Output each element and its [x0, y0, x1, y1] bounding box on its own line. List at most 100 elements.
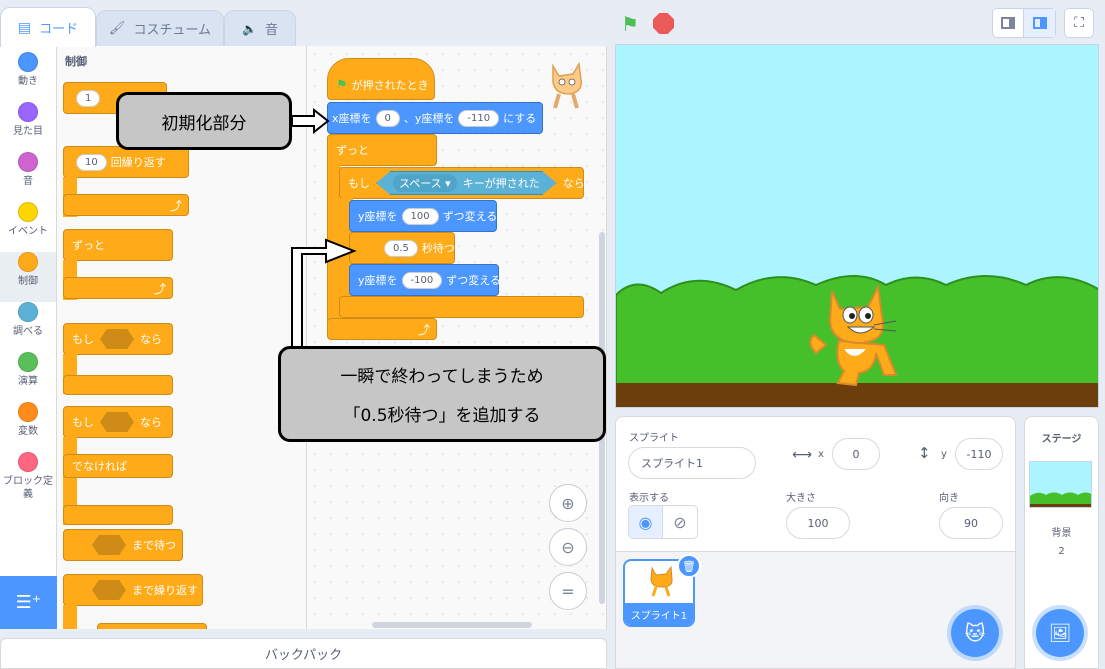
- horizontal-scrollbar[interactable]: [372, 622, 532, 628]
- stage-panel-title: ステージ: [1041, 434, 1082, 445]
- sprite-name-input[interactable]: スプライト1: [628, 447, 756, 479]
- forever-block[interactable]: ずっと: [327, 134, 437, 166]
- change-y-down-input[interactable]: -100: [401, 271, 443, 289]
- category-8[interactable]: 変数: [0, 402, 56, 438]
- direction-input[interactable]: 90: [939, 507, 1003, 539]
- zoom-out-icon: ⊖: [561, 537, 575, 557]
- palette-if-else-block[interactable]: もし なら: [63, 406, 173, 438]
- zoom-out-button[interactable]: ⊖: [549, 528, 587, 566]
- stage-size-toggle: [992, 8, 1056, 38]
- key-pressed-sensing[interactable]: スペース ▾ キーが押された: [376, 171, 557, 195]
- change-y-up-input[interactable]: 100: [401, 207, 439, 225]
- x-input[interactable]: 0: [832, 438, 880, 470]
- y-arrows-icon: ↕: [918, 444, 931, 462]
- palette-if-else-bottom: [63, 505, 173, 525]
- stage-thumbnail[interactable]: [1029, 461, 1092, 508]
- change-y-down-block[interactable]: y座標を -100 ずつ変える: [349, 264, 501, 296]
- key-dropdown[interactable]: スペース ▾: [393, 174, 457, 192]
- y-input[interactable]: -110: [955, 438, 1003, 470]
- sprite-cat-thumb-icon: [650, 565, 673, 597]
- category-label: 動き: [18, 76, 38, 87]
- palette-heading: 制御: [65, 55, 87, 68]
- annotation-init: 初期化部分: [116, 92, 292, 150]
- category-6[interactable]: 調べる: [0, 302, 56, 338]
- tab-sound[interactable]: 🔈 音: [224, 10, 296, 46]
- add-extension-button[interactable]: ☰⁺: [0, 576, 57, 629]
- stage[interactable]: [615, 44, 1099, 408]
- green-flag-icon: ⚑: [336, 77, 348, 93]
- category-label: 変数: [18, 426, 38, 437]
- palette-extra-block: [97, 623, 207, 629]
- palette-wait-until-block[interactable]: まで待つ: [63, 529, 183, 561]
- category-2[interactable]: 見た目: [0, 102, 56, 138]
- change-y-up-block[interactable]: y座標を 100 ずつ変える: [349, 200, 497, 232]
- show-label: 表示する: [629, 493, 669, 504]
- normal-stage-button[interactable]: [1024, 9, 1055, 37]
- goto-xy-block[interactable]: x座標を 0 、y座標を -110 にする: [327, 102, 543, 134]
- show-button[interactable]: ◉: [629, 506, 664, 538]
- zoom-reset-icon: =: [561, 581, 575, 601]
- if-key-pressed-block[interactable]: もし スペース ▾ キーが押された なら: [339, 167, 585, 199]
- zoom-in-button[interactable]: ⊕: [549, 484, 587, 522]
- visibility-toggle: ◉ ⊘: [628, 505, 698, 539]
- category-7[interactable]: 演算: [0, 352, 56, 388]
- direction-label: 向き: [939, 493, 959, 504]
- category-dot-icon: [18, 452, 38, 472]
- add-backdrop-button[interactable]: 🖼: [1036, 609, 1084, 657]
- goto-x-input[interactable]: 0: [375, 109, 400, 127]
- category-dot-icon: [18, 152, 38, 172]
- wait-block[interactable]: 0.5 秒待つ: [349, 232, 455, 264]
- add-sprite-button[interactable]: 🐱: [951, 609, 999, 657]
- category-dot-icon: [18, 252, 38, 272]
- small-stage-button[interactable]: [993, 9, 1025, 37]
- category-1[interactable]: 動き: [0, 52, 56, 88]
- backdrop-label: 背景: [1051, 528, 1072, 539]
- delete-sprite-button[interactable]: 🗑: [677, 554, 701, 578]
- size-label: 大きさ: [786, 493, 816, 504]
- category-3[interactable]: 音: [0, 152, 56, 188]
- green-flag-hat-block[interactable]: ⚑ が押されたとき: [327, 58, 435, 100]
- y-label: y: [941, 449, 947, 460]
- category-9[interactable]: ブロック定義: [0, 452, 56, 501]
- size-input[interactable]: 100: [786, 507, 850, 539]
- zoom-in-icon: ⊕: [561, 493, 575, 513]
- cat-sprite[interactable]: [804, 283, 904, 391]
- category-4[interactable]: イベント: [0, 202, 56, 238]
- category-label: イベント: [8, 226, 48, 237]
- backpack-bar[interactable]: バックパック: [0, 638, 607, 669]
- eye-icon: ◉: [638, 512, 653, 532]
- tab-code[interactable]: ▤ コード: [0, 7, 96, 47]
- palette-forever-bottom: ⤴: [63, 277, 173, 299]
- stop-button[interactable]: [653, 13, 674, 34]
- palette-repeat-block[interactable]: 10 回繰り返す: [63, 146, 189, 178]
- annotation-arrow-right-icon: [291, 108, 330, 134]
- code-icon: ▤: [17, 19, 32, 36]
- eye-slash-icon: ⊘: [673, 512, 687, 532]
- brush-icon: 🖌: [108, 21, 126, 36]
- palette-forever-block[interactable]: ずっと: [63, 229, 173, 261]
- palette-repeat-bottom: ⤴: [63, 194, 189, 216]
- category-label: ブロック定義: [3, 476, 53, 500]
- cat-plus-icon: 🐱: [964, 621, 986, 645]
- hide-button[interactable]: ⊘: [663, 506, 697, 538]
- category-5[interactable]: 制御: [0, 252, 56, 302]
- backdrop-count: 2: [1058, 546, 1065, 557]
- small-stage-icon: [1001, 17, 1015, 29]
- category-dot-icon: [18, 352, 38, 372]
- palette-repeat-until-block[interactable]: まで繰り返す: [63, 574, 203, 606]
- x-arrows-icon: ⟷: [792, 447, 813, 463]
- category-label: 音: [23, 176, 33, 187]
- palette-if-block[interactable]: もし なら: [63, 323, 173, 355]
- category-dot-icon: [18, 202, 38, 222]
- tab-costume[interactable]: 🖌 コスチューム: [96, 10, 224, 46]
- palette-if-bottom: [63, 375, 173, 395]
- goto-y-input[interactable]: -110: [458, 109, 500, 127]
- green-flag-icon: ⚑: [621, 12, 639, 36]
- wait-input[interactable]: 0.5: [384, 239, 418, 257]
- green-flag-button[interactable]: ⚑: [621, 12, 639, 36]
- sprite-label: スプライト: [629, 433, 679, 444]
- fullscreen-button[interactable]: ⛶: [1064, 8, 1094, 38]
- zoom-reset-button[interactable]: =: [549, 572, 587, 610]
- stage-thumb-backdrop: [1030, 462, 1091, 507]
- if-block-bottom: [339, 296, 584, 318]
